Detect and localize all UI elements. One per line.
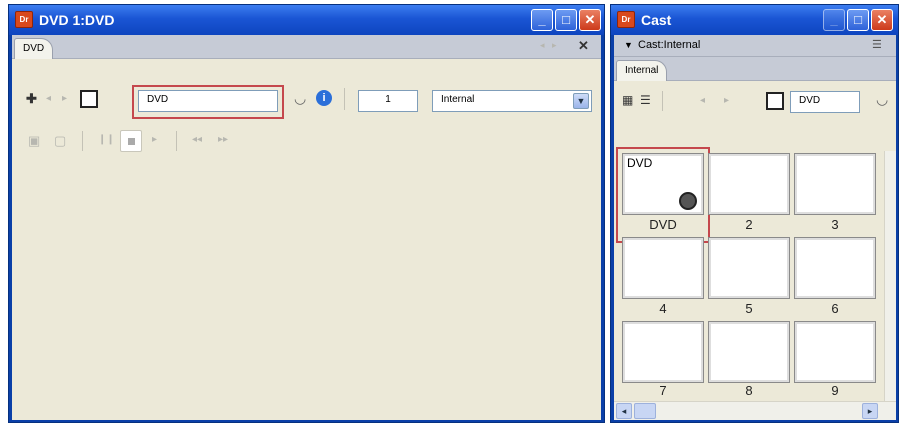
maximize-button[interactable]: □ <box>847 9 869 31</box>
close-tab-icon[interactable]: ✕ <box>578 38 589 54</box>
cast-member-label: 2 <box>745 217 753 232</box>
cast-toolbar-separator <box>662 91 663 111</box>
list-view-icon[interactable]: ☰ <box>640 93 651 107</box>
back-arrow-icon[interactable]: ◂ <box>46 93 51 104</box>
maximize-button[interactable]: □ <box>555 9 577 31</box>
cast-member-label: 6 <box>831 301 839 316</box>
dvd-window-title: DVD 1:DVD <box>39 12 115 28</box>
play-icon[interactable]: ▸ <box>152 134 157 145</box>
cast-member-label: 3 <box>831 217 839 232</box>
cast-grid: DVD DVD 2 3 4 5 6 7 8 9 <box>614 115 884 401</box>
cast-panel-title: Cast:Internal <box>638 39 701 51</box>
tab-internal[interactable]: Internal <box>616 60 668 81</box>
cast-member-4[interactable] <box>622 237 704 299</box>
minimize-button[interactable]: _ <box>531 9 553 31</box>
eye-icon[interactable]: ◡ <box>876 91 888 108</box>
frame-icon[interactable]: ▢ <box>54 133 66 149</box>
vertical-scrollbar[interactable] <box>884 151 896 401</box>
eye-icon[interactable]: ◡ <box>294 90 306 107</box>
cast-select-value: Internal <box>441 94 475 105</box>
cast-name-input[interactable]: DVD <box>790 91 860 113</box>
tab-scroll-left-icon[interactable]: ◂ <box>540 40 545 51</box>
dvd-content-area <box>12 167 601 420</box>
cast-member-9[interactable] <box>794 321 876 383</box>
toolbar-separator-3 <box>176 131 177 151</box>
cast-member-label: 9 <box>831 383 839 398</box>
collapse-triangle-icon[interactable]: ▼ <box>624 40 633 50</box>
stop-button[interactable] <box>120 130 142 152</box>
cast-member-label: 5 <box>745 301 753 316</box>
rewind-icon[interactable]: ◂◂ <box>192 134 202 145</box>
thumbnail-view-icon[interactable]: ▦ <box>622 93 633 107</box>
cast-window-title: Cast <box>641 12 672 28</box>
cast-panel-header[interactable]: ▼ Cast:Internal ☰ <box>614 35 896 57</box>
forward-arrow-icon[interactable]: ▸ <box>724 95 729 106</box>
cast-member-label: DVD <box>649 217 677 232</box>
cast-window-titlebar[interactable]: Dr Cast _ □ ✕ <box>611 5 898 35</box>
name-input[interactable]: DVD <box>138 90 278 112</box>
tab-dvd[interactable]: DVD <box>14 38 54 59</box>
dvd-window-titlebar[interactable]: Dr DVD 1:DVD _ □ ✕ <box>9 5 604 35</box>
tab-scroll-right-icon[interactable]: ▸ <box>552 40 557 51</box>
info-icon[interactable]: i <box>316 90 332 106</box>
cast-member-label: 8 <box>745 383 753 398</box>
page-icon[interactable]: ▣ <box>28 133 40 149</box>
cast-window: Dr Cast _ □ ✕ ▼ Cast:Internal ☰ Internal… <box>610 4 899 423</box>
cast-tab-strip: Internal <box>614 57 896 81</box>
pause-icon[interactable]: ❙❙ <box>98 134 115 145</box>
close-button[interactable]: ✕ <box>871 9 893 31</box>
dvd-tab-strip: DVD ◂ ▸ ✕ <box>12 35 601 59</box>
minimize-button[interactable]: _ <box>823 9 845 31</box>
cast-member-6[interactable] <box>794 237 876 299</box>
number-input[interactable]: 1 <box>358 90 418 112</box>
cast-window-client: ▼ Cast:Internal ☰ Internal ▦ ☰ ◂ ▸ DVD ◡… <box>614 35 896 420</box>
director-app-icon: Dr <box>15 11 33 28</box>
scroll-left-icon[interactable]: ◂ <box>616 403 632 419</box>
cast-select[interactable]: Internal ▼ <box>432 90 592 112</box>
cast-member-7[interactable] <box>622 321 704 383</box>
plus-icon[interactable]: ✚ <box>26 91 37 107</box>
toolbar-separator-2 <box>82 131 83 151</box>
close-button[interactable]: ✕ <box>579 9 601 31</box>
scroll-thumb[interactable] <box>634 403 656 419</box>
sprite-square-icon[interactable] <box>80 90 98 108</box>
cast-member-5[interactable] <box>708 237 790 299</box>
horizontal-scrollbar[interactable]: ◂ ▸ <box>614 401 896 420</box>
cast-member-1[interactable]: DVD <box>622 153 704 215</box>
scroll-right-icon[interactable]: ▸ <box>862 403 878 419</box>
cast-member-2[interactable] <box>708 153 790 215</box>
back-arrow-icon[interactable]: ◂ <box>700 95 705 106</box>
director-app-icon: Dr <box>617 11 635 28</box>
stop-icon <box>128 138 135 145</box>
panel-menu-icon[interactable]: ☰ <box>872 38 882 51</box>
dvd-window: Dr DVD 1:DVD _ □ ✕ DVD ◂ ▸ ✕ ✚ ◂ ▸ DVD ◡… <box>8 4 605 423</box>
cast-member-3[interactable] <box>794 153 876 215</box>
cast-member-8[interactable] <box>708 321 790 383</box>
cast-member-label: 4 <box>659 301 667 316</box>
dvd-window-client: DVD ◂ ▸ ✕ ✚ ◂ ▸ DVD ◡ i 1 Internal ▼ ▣ ▢… <box>12 35 601 420</box>
sprite-square-icon[interactable] <box>766 92 784 110</box>
cast-member-name: DVD <box>627 156 653 170</box>
forward-arrow-icon[interactable]: ▸ <box>62 93 67 104</box>
chevron-down-icon[interactable]: ▼ <box>573 93 589 109</box>
fast-forward-icon[interactable]: ▸▸ <box>218 134 228 145</box>
sound-cursor-icon <box>679 192 697 210</box>
toolbar-separator <box>344 88 345 110</box>
cast-member-label: 7 <box>659 383 667 398</box>
